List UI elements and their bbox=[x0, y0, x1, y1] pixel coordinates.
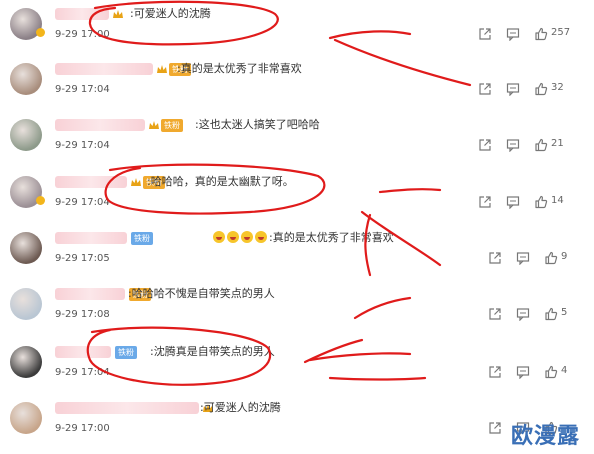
comment-icon[interactable] bbox=[516, 250, 530, 266]
crown-icon bbox=[149, 121, 159, 130]
thumbs-up-icon[interactable] bbox=[534, 26, 548, 41]
comment-text: :可爱迷人的沈腾 bbox=[200, 401, 281, 414]
comment-row: :可爱迷人的沈腾 9-29 17:00 bbox=[0, 396, 594, 453]
like-count: 257 bbox=[551, 27, 571, 38]
avatar[interactable] bbox=[10, 63, 42, 95]
avatar[interactable] bbox=[10, 288, 42, 320]
comment-timestamp: 9-29 17:04 bbox=[55, 84, 110, 95]
comment-text: :可爱迷人的沈腾 bbox=[130, 7, 211, 20]
comment-icon[interactable] bbox=[506, 137, 520, 153]
comment-icon[interactable] bbox=[506, 194, 520, 210]
username-redacted[interactable] bbox=[55, 119, 145, 131]
comment-icon[interactable] bbox=[516, 306, 530, 322]
comment-text-content: 哈哈哈，真的是太幽默了呀。 bbox=[150, 175, 294, 188]
watermark: 欧漫露 bbox=[511, 424, 581, 449]
share-icon[interactable] bbox=[478, 137, 492, 151]
comment-text: :真的是太优秀了非常喜欢 bbox=[213, 231, 394, 245]
crown-icon bbox=[113, 10, 123, 19]
thumbs-up-icon[interactable] bbox=[544, 250, 558, 265]
comment-text: :这也太迷人搞笑了吧哈哈 bbox=[195, 118, 320, 131]
fan-badge: 铁粉 bbox=[131, 232, 153, 245]
comment-row: 铁粉 :真的是太优秀了非常喜欢 9-29 17:05 9 bbox=[0, 226, 594, 283]
like-count: 4 bbox=[561, 365, 568, 376]
comment-timestamp: 9-29 17:04 bbox=[55, 140, 110, 151]
username-redacted[interactable] bbox=[55, 402, 199, 414]
thumbs-up-icon[interactable] bbox=[544, 364, 558, 379]
avatar[interactable] bbox=[10, 232, 42, 264]
comment-row: 铁粉:哈哈哈不愧是自带笑点的男人 9-29 17:08 5 bbox=[0, 282, 594, 339]
comment-text-content: 沈腾真是自带笑点的男人 bbox=[153, 345, 275, 358]
comment-row: 铁粉:哈哈哈，真的是太幽默了呀。 9-29 17:04 14 bbox=[0, 170, 594, 227]
comment-row: 铁粉 :沈腾真是自带笑点的男人 9-29 17:04 4 bbox=[0, 340, 594, 397]
comment-timestamp: 9-29 17:04 bbox=[55, 197, 110, 208]
comment-row: 铁粉:真的是太优秀了非常喜欢 9-29 17:04 32 bbox=[0, 57, 594, 114]
crown-icon bbox=[157, 65, 167, 74]
like-count: 32 bbox=[551, 82, 564, 93]
comment-row: :可爱迷人的沈腾 9-29 17:00 257 bbox=[0, 2, 594, 59]
verified-icon bbox=[36, 28, 45, 37]
thumbs-up-icon[interactable] bbox=[534, 194, 548, 209]
share-icon[interactable] bbox=[488, 306, 502, 320]
share-icon[interactable] bbox=[488, 364, 502, 378]
username-redacted[interactable] bbox=[55, 176, 127, 188]
comment-text: :哈哈哈不愧是自带笑点的男人 bbox=[128, 287, 275, 300]
verified-icon bbox=[36, 196, 45, 205]
comment-timestamp: 9-29 17:04 bbox=[55, 367, 110, 378]
username-redacted[interactable] bbox=[55, 288, 125, 300]
thumbs-up-icon[interactable] bbox=[534, 137, 548, 152]
comment-text: :沈腾真是自带笑点的男人 bbox=[150, 345, 275, 358]
fan-badge: 铁粉 bbox=[161, 119, 183, 132]
username-redacted[interactable] bbox=[55, 63, 153, 75]
share-icon[interactable] bbox=[488, 420, 502, 434]
username-redacted[interactable] bbox=[55, 346, 111, 358]
fan-badge: 铁粉 bbox=[115, 346, 137, 359]
crown-icon bbox=[131, 178, 141, 187]
avatar[interactable] bbox=[10, 402, 42, 434]
comment-text: :哈哈哈，真的是太幽默了呀。 bbox=[147, 175, 294, 188]
like-count: 21 bbox=[551, 138, 564, 149]
avatar[interactable] bbox=[10, 119, 42, 151]
laughing-emoji-icon bbox=[213, 231, 225, 243]
comment-timestamp: 9-29 17:05 bbox=[55, 253, 110, 264]
comment-text-content: 可爱迷人的沈腾 bbox=[133, 7, 211, 20]
share-icon[interactable] bbox=[488, 250, 502, 264]
comment-timestamp: 9-29 17:00 bbox=[55, 423, 110, 434]
laughing-emoji-icon bbox=[241, 231, 253, 243]
laughing-emoji-icon bbox=[227, 231, 239, 243]
comment-timestamp: 9-29 17:00 bbox=[55, 29, 110, 40]
comment-icon[interactable] bbox=[506, 26, 520, 42]
share-icon[interactable] bbox=[478, 81, 492, 95]
laughing-emoji-icon bbox=[255, 231, 267, 243]
comment-timestamp: 9-29 17:08 bbox=[55, 309, 110, 320]
comment-text-content: 哈哈哈不愧是自带笑点的男人 bbox=[131, 287, 275, 300]
like-count: 9 bbox=[561, 251, 568, 262]
thumbs-up-icon[interactable] bbox=[544, 306, 558, 321]
username-redacted[interactable] bbox=[55, 8, 109, 20]
comment-icon[interactable] bbox=[516, 364, 530, 380]
comment-text: :真的是太优秀了非常喜欢 bbox=[177, 62, 302, 75]
comment-row: 铁粉 :这也太迷人搞笑了吧哈哈 9-29 17:04 21 bbox=[0, 113, 594, 170]
comment-text-content: 真的是太优秀了非常喜欢 bbox=[180, 62, 302, 75]
comment-icon[interactable] bbox=[506, 81, 520, 97]
comment-text-content: 这也太迷人搞笑了吧哈哈 bbox=[198, 118, 320, 131]
username-redacted[interactable] bbox=[55, 232, 127, 244]
thumbs-up-icon[interactable] bbox=[534, 81, 548, 96]
avatar[interactable] bbox=[10, 346, 42, 378]
like-count: 5 bbox=[561, 307, 568, 318]
comment-text-content: 可爱迷人的沈腾 bbox=[203, 401, 281, 414]
comment-text-content: 真的是太优秀了非常喜欢 bbox=[272, 231, 394, 244]
share-icon[interactable] bbox=[478, 26, 492, 40]
share-icon[interactable] bbox=[478, 194, 492, 208]
like-count: 14 bbox=[551, 195, 564, 206]
